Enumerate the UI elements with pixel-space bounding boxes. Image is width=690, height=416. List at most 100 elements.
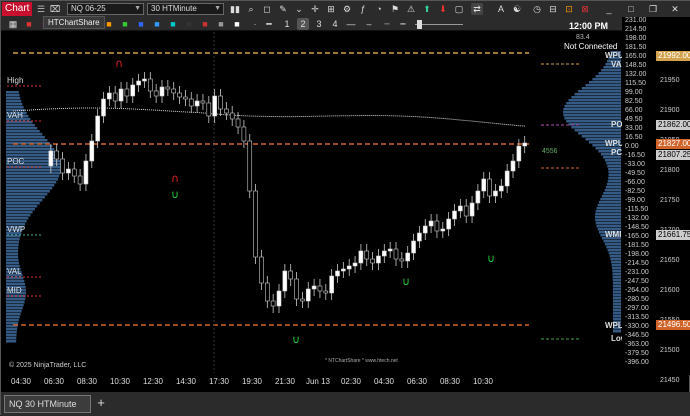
price-box: 21496.50: [656, 320, 690, 330]
candle-body: [229, 112, 235, 120]
profile-bar: [6, 256, 19, 259]
profile-bar: [6, 106, 24, 109]
price-box: 21827.00: [656, 139, 690, 149]
candle-body: [341, 268, 346, 272]
profile-bar: [578, 90, 621, 93]
markers: ∩ ∩ ∪ ∪ ∪ ∪: [115, 57, 495, 346]
axis-value: -181.50: [625, 242, 649, 249]
price-chart[interactable]: ∩ ∩ ∪ ∪ ∪ ∪: [1, 1, 690, 416]
profile-bar: [6, 169, 61, 172]
candle-body: [516, 145, 522, 162]
green-marker: ∪: [487, 252, 495, 265]
profile-bar: [594, 216, 621, 219]
time-label: Jun 13: [305, 377, 331, 386]
candle-body: [475, 190, 481, 204]
price-box: 21807.25: [656, 150, 690, 160]
profile-bar: [612, 303, 621, 306]
price-tick: 21750: [660, 197, 680, 204]
axis-value: -49.50: [625, 170, 645, 177]
profile-bar: [612, 294, 621, 297]
bottom-tab-bar: NQ 30 HTMinute +: [1, 392, 690, 416]
price-axis[interactable]: 231.00 214.50 198.00 181.50 165.00 148.50 132.…: [622, 17, 690, 384]
profile-bar: [6, 184, 55, 187]
candle-body: [417, 232, 422, 242]
profile-bar: [6, 208, 35, 211]
profile-bar: [610, 258, 621, 261]
left-label-mid: MID: [7, 286, 22, 295]
axis-value: -198.00: [625, 251, 649, 258]
profile-bar: [6, 247, 19, 250]
profile-bar: [571, 96, 621, 99]
candle-body: [288, 270, 294, 280]
volume-profile-right: [562, 51, 621, 333]
candle-body: [335, 270, 340, 277]
profile-bar: [564, 105, 621, 108]
profile-bar: [6, 298, 26, 301]
axis-value: 82.50: [625, 98, 643, 105]
profile-bar: [598, 72, 621, 75]
candle-body: [148, 78, 153, 92]
candle-body: [305, 288, 311, 302]
profile-bar: [6, 250, 19, 253]
axis-value: -330.00: [625, 323, 649, 330]
axis-value: 115.50: [625, 80, 646, 87]
candle-body: [77, 175, 83, 185]
price-box: 21992.00: [656, 51, 690, 61]
candle-body: [235, 118, 241, 128]
profile-bar: [6, 334, 17, 337]
candle-body: [194, 100, 200, 107]
profile-bar: [612, 282, 621, 285]
copyright: © 2025 NinjaTrader, LLC: [9, 362, 87, 369]
candle-body: [142, 78, 147, 82]
candle-body: [300, 298, 305, 302]
axis-value: 231.00: [625, 17, 647, 24]
axis-value: -346.50: [625, 332, 649, 339]
profile-bar: [6, 139, 48, 142]
profile-bar: [6, 304, 24, 307]
candle-body: [440, 228, 446, 232]
price-tick: 21650: [660, 257, 680, 264]
green-marker: ∪: [402, 275, 410, 288]
chart-tab-nq[interactable]: NQ 30 HTMinute: [4, 395, 91, 413]
axis-value: 99.00: [625, 89, 643, 96]
profile-bar: [6, 91, 19, 94]
candle-body: [247, 140, 253, 192]
profile-bar: [578, 132, 621, 135]
price-box: 21661.75: [656, 230, 690, 240]
candle-body: [364, 250, 370, 260]
candle-body: [118, 88, 124, 102]
profile-bar: [6, 217, 29, 220]
axis-value: -82.50: [625, 188, 645, 195]
time-label: 10:30: [109, 377, 131, 386]
price-tick: 21900: [660, 107, 680, 114]
price-levels: [7, 32, 581, 373]
axis-value: -247.50: [625, 278, 649, 285]
candle-body: [329, 275, 334, 294]
axis-value: 0.00: [625, 143, 639, 150]
profile-bar: [595, 75, 621, 78]
candle-body: [95, 115, 100, 142]
candle-body: [54, 150, 60, 160]
profile-bar: [612, 315, 621, 318]
axis-value: 181.50: [625, 44, 647, 51]
candle-body: [212, 95, 217, 117]
candle-body: [241, 126, 247, 142]
candles: [48, 72, 528, 313]
red-marker: ∩: [171, 172, 179, 185]
profile-bar: [596, 207, 621, 210]
axis-value: 132.00: [625, 71, 647, 78]
profile-bar: [566, 102, 621, 105]
add-tab-button[interactable]: +: [94, 395, 108, 413]
profile-bar: [6, 313, 21, 316]
axis-value: -379.50: [625, 350, 649, 357]
candle-body: [463, 205, 469, 217]
profile-bar: [612, 285, 621, 288]
green-marker: ∪: [292, 333, 300, 346]
time-label: 06:30: [406, 377, 428, 386]
profile-bar: [563, 114, 621, 117]
green-marker: ∪: [171, 188, 179, 201]
profile-bar: [6, 328, 18, 331]
candle-body: [294, 278, 299, 300]
profile-bar: [581, 87, 621, 90]
candle-body: [469, 202, 475, 217]
